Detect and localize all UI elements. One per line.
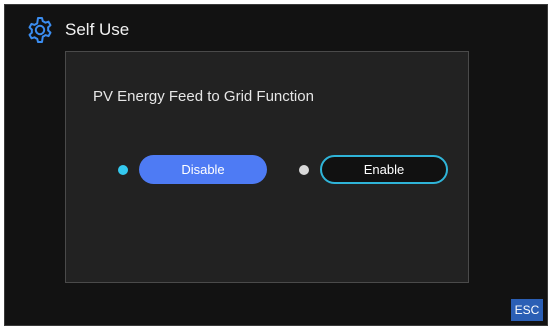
disable-button[interactable]: Disable: [139, 155, 267, 184]
screen: Self Use PV Energy Feed to Grid Function…: [4, 4, 548, 326]
header: Self Use: [25, 15, 129, 45]
option-enable[interactable]: Enable: [299, 155, 448, 184]
active-indicator-dot: [118, 164, 128, 175]
option-disable[interactable]: Disable: [118, 155, 267, 184]
inactive-indicator-dot: [299, 164, 309, 175]
enable-button[interactable]: Enable: [320, 155, 448, 184]
esc-button[interactable]: ESC: [511, 299, 543, 321]
settings-panel: PV Energy Feed to Grid Function Disable …: [65, 51, 469, 283]
page-title: Self Use: [65, 20, 130, 39]
gear-icon: [25, 15, 55, 45]
setting-label: PV Energy Feed to Grid Function: [93, 88, 314, 105]
